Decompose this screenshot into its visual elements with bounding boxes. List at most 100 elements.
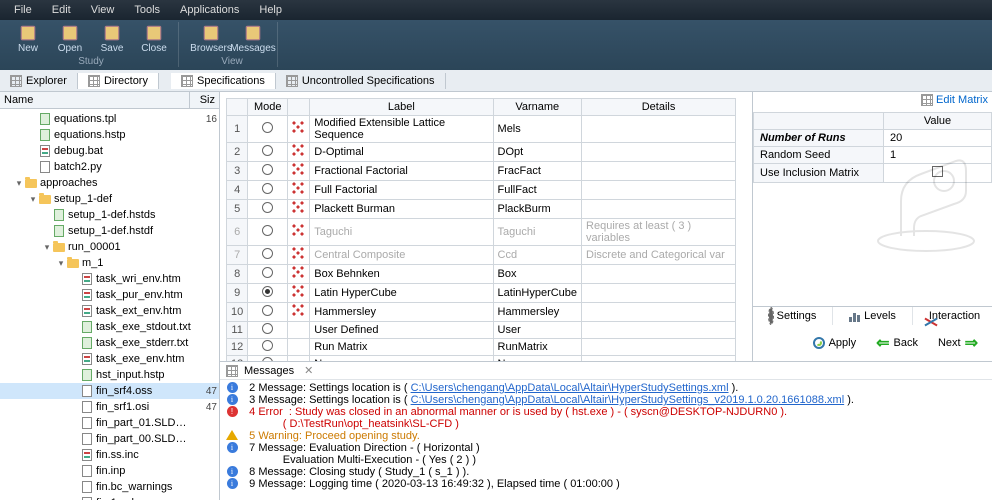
- tree-item[interactable]: hst_input.hstp: [0, 367, 219, 383]
- spec-row[interactable]: 6TaguchiTaguchiRequires at least ( 3 ) v…: [227, 219, 736, 246]
- doe-icon: [292, 201, 305, 214]
- mode-radio[interactable]: [248, 116, 288, 143]
- tree-item[interactable]: task_pur_env.htm: [0, 287, 219, 303]
- mode-radio[interactable]: [248, 284, 288, 303]
- spec-row[interactable]: 4Full FactorialFullFact: [227, 181, 736, 200]
- parameters-panel: Edit Matrix Value Number of Runs20Random…: [752, 92, 992, 361]
- open-button[interactable]: Open: [50, 22, 90, 56]
- file-icon: [80, 448, 94, 462]
- mode-radio[interactable]: [248, 322, 288, 339]
- rtab-interaction[interactable]: Interaction: [913, 307, 992, 325]
- tree-item[interactable]: ▾setup_1-def: [0, 191, 219, 207]
- close-button[interactable]: Close: [134, 22, 174, 56]
- log-line: ( D:\TestRun\opt_heatsink\SL-CFD ): [224, 418, 988, 430]
- new-icon: [19, 24, 37, 42]
- tab-explorer[interactable]: Explorer: [0, 73, 78, 89]
- save-icon: [103, 24, 121, 42]
- tree-item[interactable]: fin_part_00.SLDPRT: [0, 431, 219, 447]
- param-row[interactable]: Number of Runs20: [754, 130, 992, 147]
- log-line: i 7 Message: Evaluation Direction - ( Ho…: [224, 442, 988, 454]
- file-icon: [80, 368, 94, 382]
- mode-radio[interactable]: [248, 219, 288, 246]
- menu-view[interactable]: View: [81, 2, 125, 18]
- tabbar-left: ExplorerDirectory: [0, 73, 159, 89]
- mode-radio[interactable]: [248, 356, 288, 362]
- log-link[interactable]: C:\Users\chengang\AppData\Local\Altair\H…: [411, 394, 845, 406]
- tree-item[interactable]: batch2.py: [0, 159, 219, 175]
- file-icon: [66, 256, 80, 270]
- rtab-settings[interactable]: Settings: [753, 307, 833, 325]
- tree-item[interactable]: fin_srf1.osi47: [0, 399, 219, 415]
- tree-item[interactable]: ▾approaches: [0, 175, 219, 191]
- new-button[interactable]: New: [8, 22, 48, 56]
- mode-radio[interactable]: [248, 303, 288, 322]
- tree-item[interactable]: task_exe_stdout.txt: [0, 319, 219, 335]
- spec-row[interactable]: 3Fractional FactorialFracFact: [227, 162, 736, 181]
- directory-icon: [88, 75, 100, 87]
- tab-spec[interactable]: Specifications: [171, 73, 276, 89]
- tree-item[interactable]: task_exe_stderr.txt: [0, 335, 219, 351]
- log-link[interactable]: C:\Users\chengang\AppData\Local\Altair\H…: [411, 382, 729, 394]
- tree-item[interactable]: fin.1.echo: [0, 495, 219, 500]
- edit-matrix-button[interactable]: Edit Matrix: [921, 94, 988, 106]
- log-line: 5 Warning: Proceed opening study.: [224, 430, 988, 442]
- menu-help[interactable]: Help: [249, 2, 292, 18]
- file-icon: [38, 160, 52, 174]
- specifications-table: ModeLabelVarnameDetails 1Modified Extens…: [226, 98, 736, 361]
- col-name[interactable]: Name: [0, 92, 189, 108]
- tree-item[interactable]: task_ext_env.htm: [0, 303, 219, 319]
- spec-row[interactable]: 9Latin HyperCubeLatinHyperCube: [227, 284, 736, 303]
- mode-radio[interactable]: [248, 181, 288, 200]
- messages-button[interactable]: Messages: [233, 22, 273, 56]
- tree-item[interactable]: equations.hstp: [0, 127, 219, 143]
- mode-radio[interactable]: [248, 246, 288, 265]
- directory-panel: Name Siz equations.tpl16equations.hstpde…: [0, 92, 220, 500]
- spec-row[interactable]: 13NoneNone: [227, 356, 736, 362]
- tree-item[interactable]: ▾m_1: [0, 255, 219, 271]
- tab-directory[interactable]: Directory: [78, 73, 159, 89]
- tree-item[interactable]: task_wri_env.htm: [0, 271, 219, 287]
- tree-item[interactable]: fin_part_01.SLDPRT: [0, 415, 219, 431]
- spec-row[interactable]: 7Central CompositeCcdDiscrete and Catego…: [227, 246, 736, 265]
- messages-close[interactable]: ✕: [300, 364, 317, 377]
- spec-row[interactable]: 5Plackett BurmanPlackBurm: [227, 200, 736, 219]
- spec-row[interactable]: 11User DefinedUser: [227, 322, 736, 339]
- tree-item[interactable]: debug.bat: [0, 143, 219, 159]
- menu-tools[interactable]: Tools: [124, 2, 170, 18]
- mode-radio[interactable]: [248, 200, 288, 219]
- col-size[interactable]: Siz: [189, 92, 219, 108]
- tree-item[interactable]: equations.tpl16: [0, 111, 219, 127]
- spec-row[interactable]: 10HammersleyHammersley: [227, 303, 736, 322]
- spec-row[interactable]: 12Run MatrixRunMatrix: [227, 339, 736, 356]
- tab-bar: ExplorerDirectory SpecificationsUncontro…: [0, 70, 992, 92]
- file-icon: [52, 240, 66, 254]
- directory-tree[interactable]: equations.tpl16equations.hstpdebug.batba…: [0, 109, 219, 500]
- tree-item[interactable]: setup_1-def.hstdf: [0, 223, 219, 239]
- mode-radio[interactable]: [248, 162, 288, 181]
- spec-row[interactable]: 8Box BehnkenBox: [227, 265, 736, 284]
- back-button[interactable]: ⇐ Back: [870, 331, 924, 355]
- menu-file[interactable]: File: [4, 2, 42, 18]
- menu-applications[interactable]: Applications: [170, 2, 249, 18]
- tree-item[interactable]: fin.bc_warnings: [0, 479, 219, 495]
- tree-item[interactable]: fin.ss.inc: [0, 447, 219, 463]
- next-button[interactable]: Next ⇒: [932, 331, 984, 355]
- apply-button[interactable]: Apply: [807, 335, 863, 351]
- tab-uspec[interactable]: Uncontrolled Specifications: [276, 73, 446, 89]
- tree-item[interactable]: setup_1-def.hstds: [0, 207, 219, 223]
- mode-radio[interactable]: [248, 265, 288, 284]
- save-button[interactable]: Save: [92, 22, 132, 56]
- file-icon: [38, 112, 52, 126]
- tree-item[interactable]: fin_srf4.oss47: [0, 383, 219, 399]
- mode-radio[interactable]: [248, 143, 288, 162]
- tree-item[interactable]: ▾run_00001: [0, 239, 219, 255]
- tree-item[interactable]: fin.inp: [0, 463, 219, 479]
- rtab-levels[interactable]: Levels: [833, 307, 913, 325]
- tree-item[interactable]: task_exe_env.htm: [0, 351, 219, 367]
- mode-radio[interactable]: [248, 339, 288, 356]
- spec-row[interactable]: 1Modified Extensible Lattice SequenceMel…: [227, 116, 736, 143]
- browsers-button[interactable]: Browsers: [191, 22, 231, 56]
- messages-log[interactable]: i 2 Message: Settings location is ( C:\U…: [220, 380, 992, 500]
- spec-row[interactable]: 2D-OptimalDOpt: [227, 143, 736, 162]
- menu-edit[interactable]: Edit: [42, 2, 81, 18]
